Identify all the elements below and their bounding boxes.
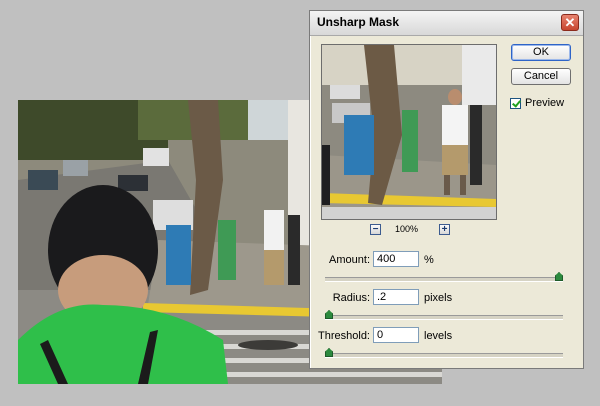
zoom-in-icon: +	[441, 224, 448, 235]
dialog-title: Unsharp Mask	[317, 15, 400, 29]
radius-unit: pixels	[424, 292, 453, 304]
preview-checkbox[interactable]	[510, 97, 521, 109]
threshold-input[interactable]: 0	[373, 327, 419, 343]
amount-input[interactable]: 400	[373, 251, 419, 267]
threshold-label: Threshold:	[318, 330, 370, 342]
preview-image[interactable]	[321, 44, 497, 220]
threshold-unit: levels	[424, 330, 453, 342]
amount-slider-track[interactable]	[325, 277, 563, 282]
amount-label: Amount:	[329, 254, 370, 266]
preview-scene-image	[322, 45, 496, 219]
unsharp-mask-dialog: Unsharp Mask ✕ OK Cancel Preview − 100% …	[309, 10, 584, 369]
zoom-controls: − 100% +	[370, 224, 450, 237]
amount-slider-thumb[interactable]	[555, 272, 563, 281]
zoom-level: 100%	[395, 224, 419, 234]
radius-label: Radius:	[332, 292, 370, 304]
dialog-titlebar[interactable]: Unsharp Mask ✕	[310, 11, 583, 36]
zoom-out-icon: −	[372, 224, 379, 235]
preview-toggle[interactable]: Preview	[510, 96, 564, 110]
zoom-in-button[interactable]: +	[439, 224, 450, 235]
cancel-button[interactable]: Cancel	[511, 68, 571, 85]
threshold-slider-thumb[interactable]	[325, 348, 333, 357]
close-icon: ✕	[564, 15, 576, 30]
amount-unit: %	[424, 254, 434, 266]
radius-input[interactable]: .2	[373, 289, 419, 305]
zoom-out-button[interactable]: −	[370, 224, 381, 235]
preview-label: Preview	[525, 97, 565, 109]
radius-slider-thumb[interactable]	[325, 310, 333, 319]
ok-button[interactable]: OK	[511, 44, 571, 61]
close-button[interactable]: ✕	[561, 14, 579, 31]
threshold-slider-track[interactable]	[325, 353, 563, 358]
radius-slider-track[interactable]	[325, 315, 563, 320]
